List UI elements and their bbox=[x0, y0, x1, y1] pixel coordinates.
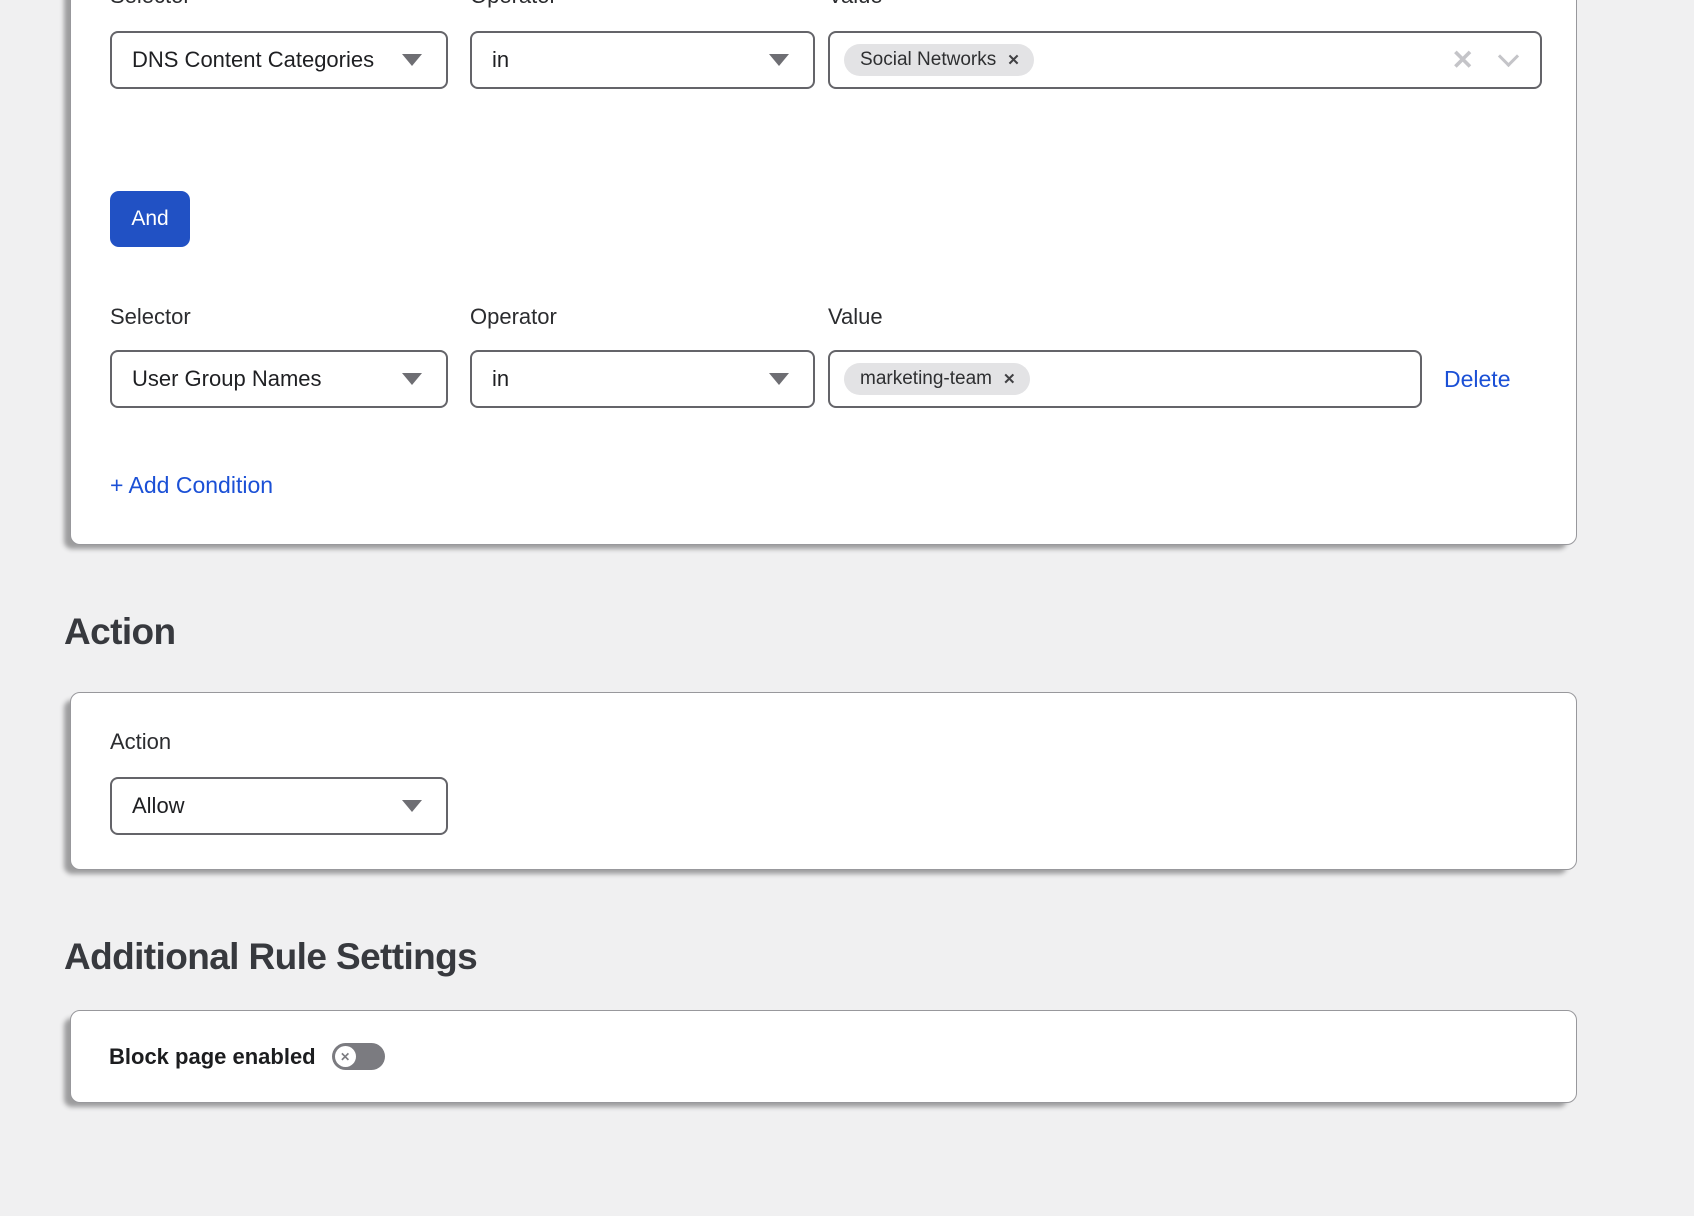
toggle-off-icon: ✕ bbox=[335, 1046, 356, 1067]
chevron-down-icon bbox=[1498, 46, 1519, 67]
chevron-down-icon bbox=[402, 54, 422, 66]
action-card: Action Allow bbox=[70, 692, 1577, 870]
action-field-label: Action bbox=[110, 729, 171, 755]
delete-condition-link[interactable]: Delete bbox=[1444, 350, 1510, 408]
and-button[interactable]: And bbox=[110, 191, 190, 247]
chevron-down-icon bbox=[402, 800, 422, 812]
operator-dropdown-value: in bbox=[492, 47, 509, 73]
value-column-label: Value bbox=[828, 0, 883, 9]
chevron-down-icon bbox=[402, 373, 422, 385]
operator-column-label: Operator bbox=[470, 0, 815, 9]
value-multiselect[interactable]: marketing-team ✕ bbox=[828, 350, 1422, 408]
chevron-down-icon bbox=[769, 54, 789, 66]
value-column-label: Value bbox=[828, 304, 883, 330]
add-condition-link[interactable]: + Add Condition bbox=[110, 471, 273, 499]
block-page-label: Block page enabled bbox=[109, 1044, 316, 1070]
selector-dropdown[interactable]: User Group Names bbox=[110, 350, 448, 408]
clear-all-icon[interactable]: ✕ bbox=[1451, 47, 1474, 74]
action-section-heading: Action bbox=[64, 610, 1694, 654]
value-tag: marketing-team ✕ bbox=[844, 363, 1030, 395]
block-page-toggle[interactable]: ✕ bbox=[332, 1043, 385, 1070]
selector-dropdown[interactable]: DNS Content Categories bbox=[110, 31, 448, 89]
selector-column-label: Selector bbox=[110, 0, 448, 9]
remove-tag-icon[interactable]: ✕ bbox=[1003, 372, 1016, 387]
remove-tag-icon[interactable]: ✕ bbox=[1007, 53, 1020, 68]
selector-dropdown-value: DNS Content Categories bbox=[132, 47, 374, 73]
value-multiselect[interactable]: Social Networks ✕ ✕ bbox=[828, 31, 1542, 89]
value-tag: Social Networks ✕ bbox=[844, 44, 1034, 76]
value-tag-label: marketing-team bbox=[860, 368, 992, 390]
value-tag-label: Social Networks bbox=[860, 49, 996, 71]
selector-column-label: Selector bbox=[110, 304, 448, 330]
chevron-down-icon bbox=[769, 373, 789, 385]
selector-dropdown-value: User Group Names bbox=[132, 366, 322, 392]
additional-settings-card: Block page enabled ✕ bbox=[70, 1010, 1577, 1103]
operator-dropdown[interactable]: in bbox=[470, 350, 815, 408]
policy-builder-page: Selector Operator Value DNS Content Cate… bbox=[0, 0, 1694, 1216]
action-dropdown-value: Allow bbox=[132, 793, 185, 819]
conditions-card: Selector Operator Value DNS Content Cate… bbox=[70, 0, 1577, 545]
operator-dropdown[interactable]: in bbox=[470, 31, 815, 89]
operator-dropdown-value: in bbox=[492, 366, 509, 392]
operator-column-label: Operator bbox=[470, 304, 815, 330]
action-dropdown[interactable]: Allow bbox=[110, 777, 448, 835]
additional-settings-heading: Additional Rule Settings bbox=[64, 935, 1694, 979]
